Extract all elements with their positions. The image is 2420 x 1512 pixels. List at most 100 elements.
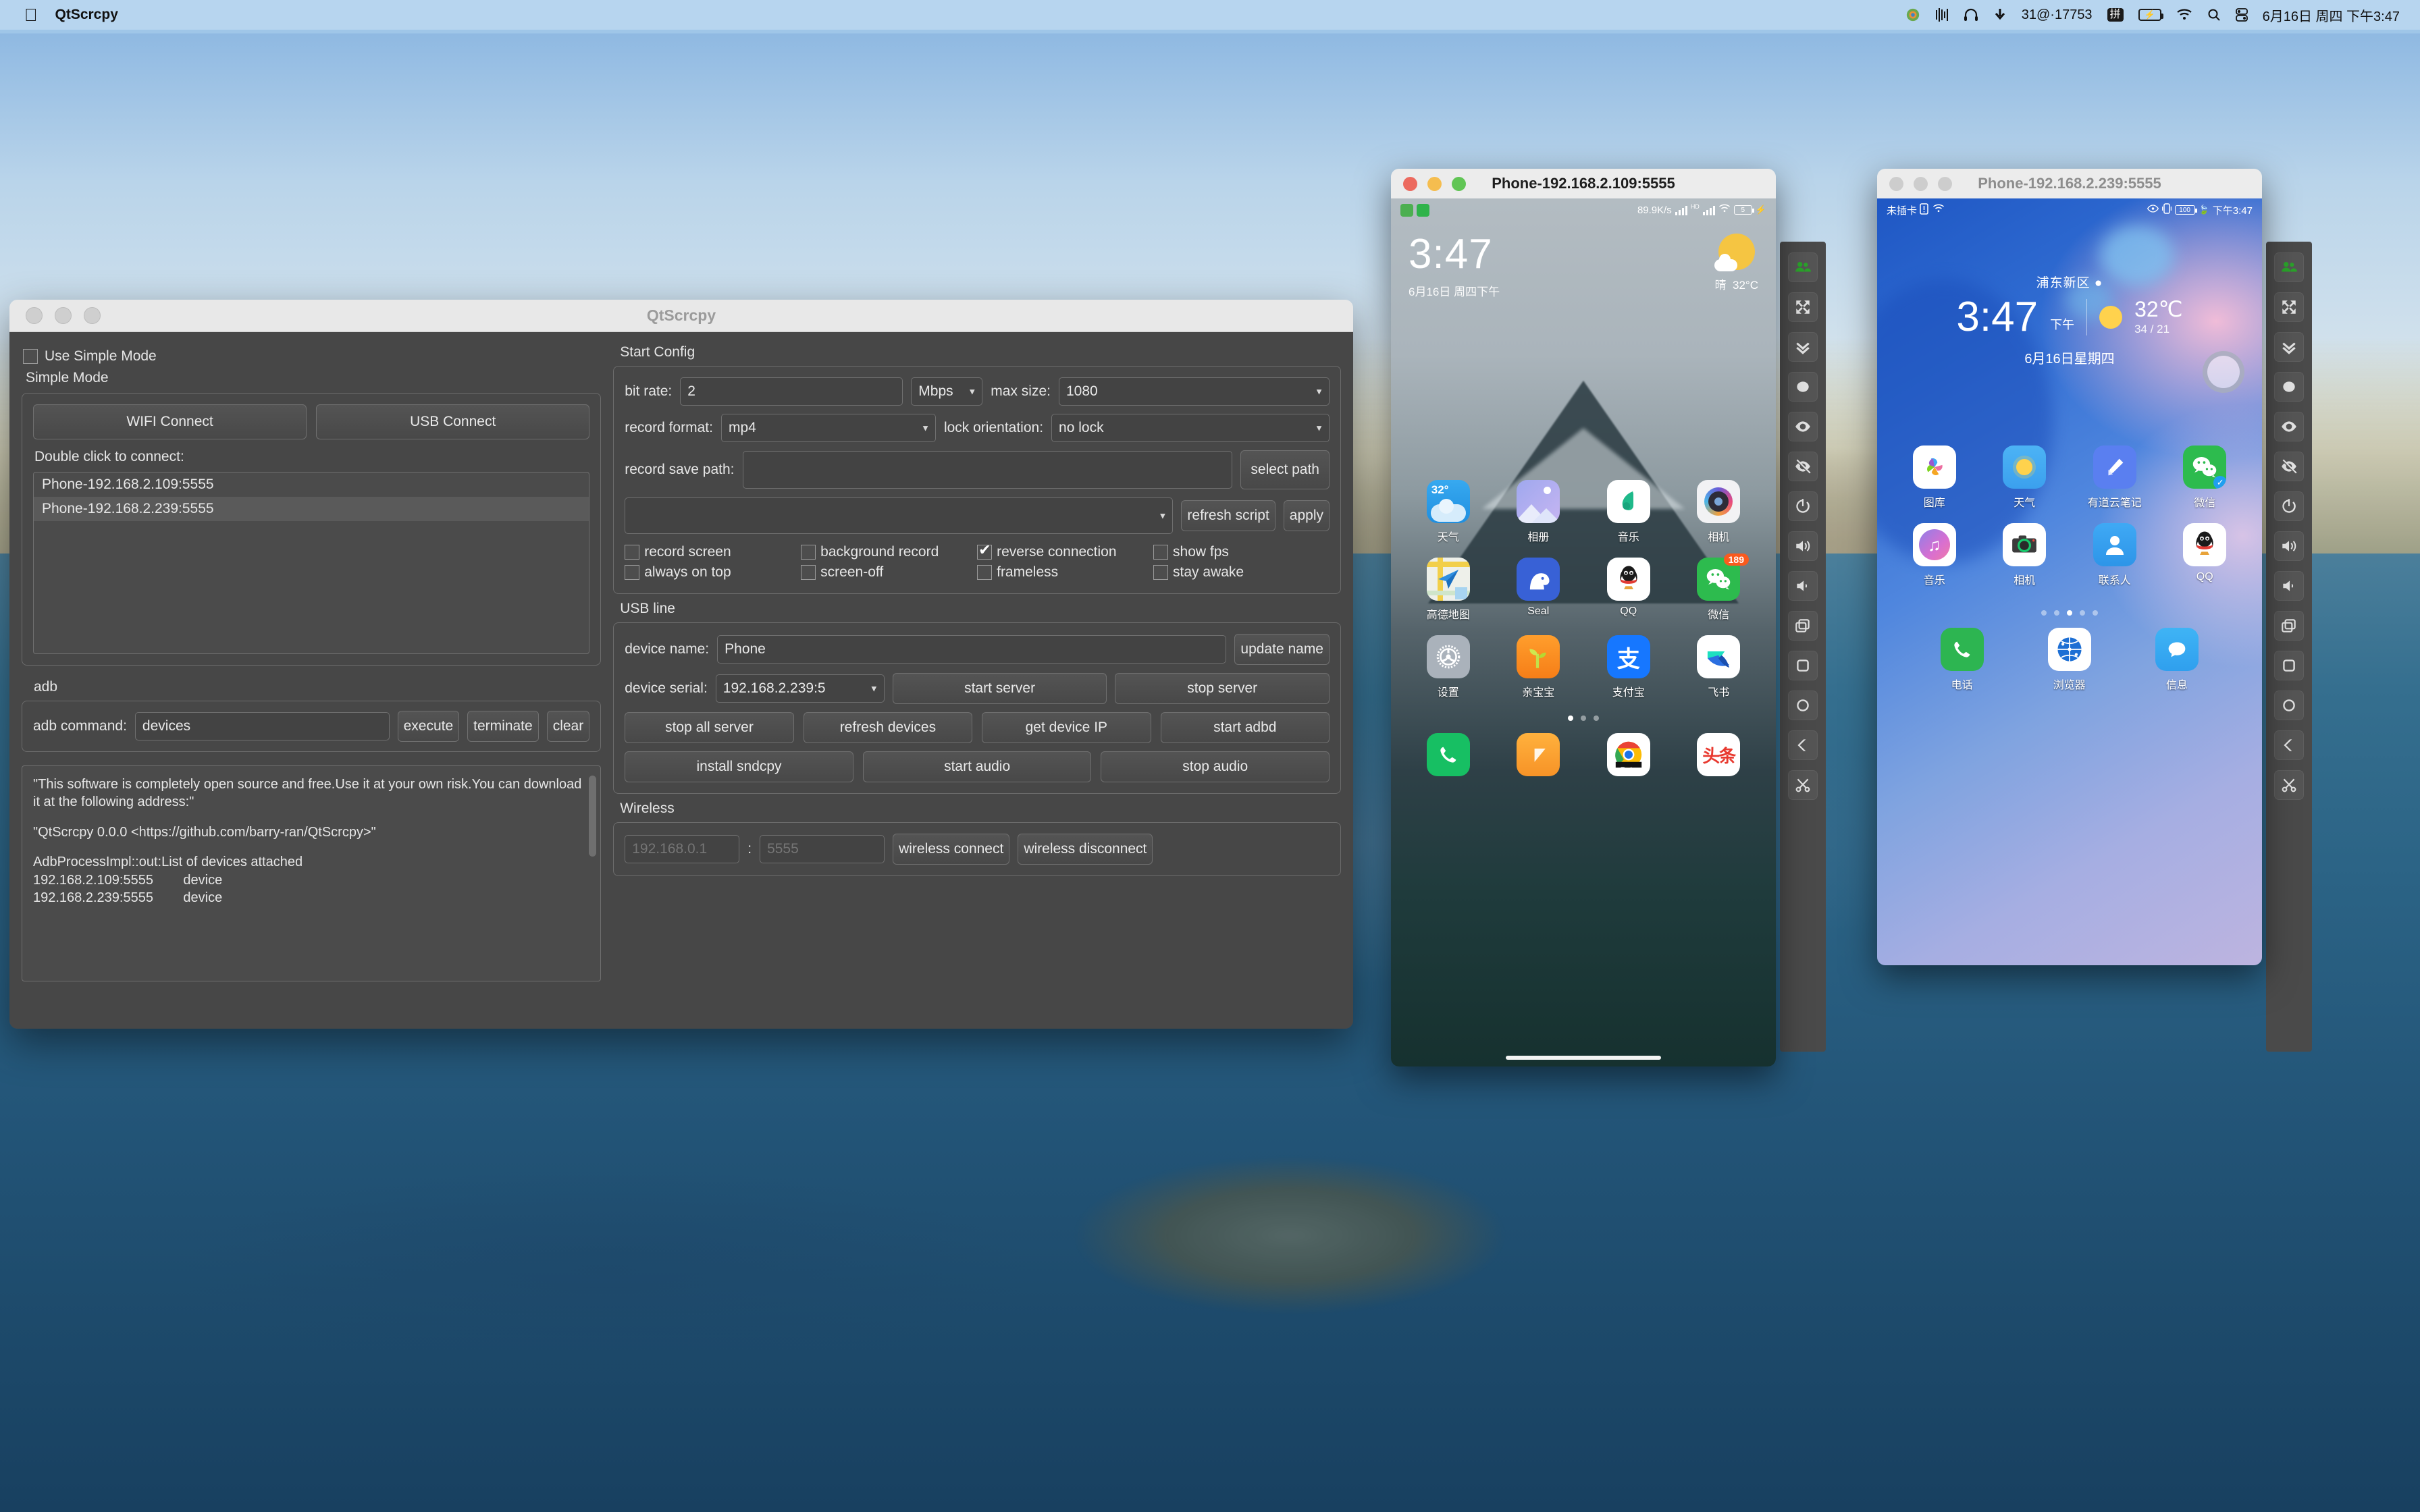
group-control-icon[interactable]	[2274, 252, 2304, 282]
touch-dot-icon[interactable]	[1788, 372, 1818, 402]
qtscrcpy-titlebar[interactable]: QtScrcpy	[9, 300, 1353, 332]
dock-chrome-beta[interactable]: Beta	[1583, 733, 1674, 776]
audio-meter-icon[interactable]	[1935, 7, 1949, 22]
app-camera[interactable]: 相机	[1674, 480, 1764, 544]
group-control-icon[interactable]	[1788, 252, 1818, 282]
phone1-screen[interactable]: 89.9K/s HD 5 ⚡ 3:47 6月16日 周四下午 晴 32°C 32…	[1391, 198, 1776, 1066]
use-simple-mode-row[interactable]: Use Simple Mode	[23, 348, 601, 364]
menubar-app-name[interactable]: QtScrcpy	[55, 7, 118, 23]
eye-hide-icon[interactable]	[1788, 452, 1818, 481]
lock-orientation-select[interactable]: no lock ▼	[1051, 414, 1330, 442]
wireless-ip-input[interactable]	[625, 835, 740, 863]
usb-connect-button[interactable]: USB Connect	[316, 404, 590, 439]
device-list[interactable]: Phone-192.168.2.109:5555 Phone-192.168.2…	[33, 472, 590, 654]
checkbox-stay-awake[interactable]: stay awake	[1153, 562, 1330, 583]
device-list-item[interactable]: Phone-192.168.2.109:5555	[34, 473, 589, 497]
fullscreen-icon[interactable]	[2274, 292, 2304, 322]
app-contacts[interactable]: 联系人	[2070, 523, 2160, 587]
assistive-touch-ring[interactable]	[2203, 351, 2244, 393]
app-amap[interactable]: 高德地图	[1403, 558, 1494, 622]
wifi-icon[interactable]	[2176, 9, 2192, 21]
app-settings[interactable]: 设置	[1403, 635, 1494, 699]
record-format-select[interactable]: mp4 ▼	[720, 414, 936, 442]
phone1-home-indicator[interactable]	[1506, 1056, 1661, 1060]
home-circle-icon[interactable]	[2274, 691, 2304, 720]
dock-phone[interactable]: 电话	[1908, 628, 2016, 692]
device-name-input[interactable]	[717, 635, 1227, 664]
colorsync-icon[interactable]	[1905, 7, 1920, 22]
stop-server-button[interactable]: stop server	[1115, 673, 1330, 704]
device-list-item[interactable]: Phone-192.168.2.239:5555	[34, 497, 589, 521]
refresh-devices-button[interactable]: refresh devices	[803, 712, 973, 743]
dock-messages[interactable]	[1494, 733, 1584, 776]
screen-off-checkbox[interactable]	[801, 565, 816, 580]
start-server-button[interactable]: start server	[892, 673, 1107, 704]
reverse-connection-checkbox[interactable]	[977, 541, 993, 560]
menubar-clock[interactable]: 6月16日 周四 下午3:47	[2263, 5, 2400, 25]
checkbox-record-screen[interactable]: record screen	[625, 542, 801, 562]
always-on-top-checkbox[interactable]	[625, 565, 640, 580]
phone1-clock-widget[interactable]: 3:47 6月16日 周四下午 晴 32°C	[1391, 221, 1776, 299]
app-feishu[interactable]: 飞书	[1674, 635, 1764, 699]
wireless-port-input[interactable]	[760, 835, 885, 863]
app-alipay[interactable]: 支 支付宝	[1583, 635, 1674, 699]
download-icon[interactable]	[1993, 8, 2007, 22]
input-method-icon[interactable]: 拼	[2107, 7, 2124, 22]
wireless-connect-button[interactable]: wireless connect	[893, 834, 1010, 865]
wifi-connect-button[interactable]: WIFI Connect	[33, 404, 307, 439]
adb-command-input[interactable]	[134, 712, 390, 740]
select-path-button[interactable]: select path	[1240, 450, 1330, 489]
apple-logo-icon[interactable]: 	[24, 6, 38, 24]
app-music[interactable]: ♫ 音乐	[1889, 523, 1980, 587]
headphone-icon[interactable]	[1964, 8, 1978, 22]
search-icon[interactable]	[2207, 8, 2221, 22]
expand-notification-icon[interactable]	[1788, 332, 1818, 362]
wireless-disconnect-button[interactable]: wireless disconnect	[1018, 834, 1153, 865]
apply-button[interactable]: apply	[1283, 500, 1330, 531]
install-sndcpy-button[interactable]: install sndcpy	[625, 751, 853, 782]
app-switch-icon[interactable]	[2274, 611, 2304, 641]
app-wechat[interactable]: 189 微信	[1674, 554, 1764, 622]
terminate-button[interactable]: terminate	[467, 711, 539, 742]
dock-messages[interactable]: 信息	[2123, 628, 2230, 692]
start-adbd-button[interactable]: start adbd	[1160, 712, 1330, 743]
log-scrollbar-thumb[interactable]	[589, 776, 597, 857]
background-record-checkbox[interactable]	[801, 545, 816, 560]
volume-up-icon[interactable]	[1788, 531, 1818, 561]
menu-square-icon[interactable]	[2274, 651, 2304, 680]
volume-down-icon[interactable]	[1788, 571, 1818, 601]
bit-rate-unit-select[interactable]: Mbps ▼	[911, 377, 983, 406]
eye-show-icon[interactable]	[2274, 412, 2304, 441]
checkbox-always-on-top[interactable]: always on top	[625, 562, 801, 583]
dock-browser[interactable]: 浏览器	[2016, 628, 2123, 692]
app-qq[interactable]: QQ	[1583, 558, 1674, 622]
max-size-select[interactable]: 1080 ▼	[1058, 377, 1330, 406]
app-switch-icon[interactable]	[1788, 611, 1818, 641]
stop-all-server-button[interactable]: stop all server	[625, 712, 794, 743]
app-weather[interactable]: 32° 天气	[1403, 480, 1494, 544]
dock-phone[interactable]	[1403, 733, 1494, 776]
clear-button[interactable]: clear	[546, 711, 590, 742]
record-save-path-input[interactable]	[742, 451, 1233, 489]
dock-toutiao[interactable]: 头条	[1674, 733, 1764, 776]
execute-button[interactable]: execute	[397, 711, 460, 742]
stop-audio-button[interactable]: stop audio	[1101, 751, 1330, 782]
control-center-icon[interactable]	[2235, 8, 2248, 22]
screenshot-scissors-icon[interactable]	[2274, 770, 2304, 800]
phone1-weather-widget[interactable]: 晴 32°C	[1714, 234, 1758, 292]
get-device-ip-button[interactable]: get device IP	[982, 712, 1151, 743]
battery-icon[interactable]: ⚡	[2138, 9, 2163, 21]
volume-up-icon[interactable]	[2274, 531, 2304, 561]
script-select[interactable]: ▼	[625, 497, 1174, 534]
app-wechat[interactable]: ✓ 微信	[2160, 446, 2251, 510]
use-simple-mode-checkbox[interactable]	[23, 349, 38, 364]
refresh-script-button[interactable]: refresh script	[1181, 500, 1275, 531]
eye-hide-icon[interactable]	[2274, 452, 2304, 481]
app-gallery[interactable]: 相册	[1494, 480, 1584, 544]
app-weather[interactable]: 天气	[1980, 446, 2070, 510]
phone1-titlebar[interactable]: Phone-192.168.2.109:5555	[1391, 169, 1776, 198]
checkbox-screen-off[interactable]: screen-off	[801, 562, 977, 583]
phone2-clock-widget[interactable]: 浦东新区 ● 3:47 下午 32℃ 34 / 21 6月16日星期四	[1877, 273, 2262, 367]
frameless-checkbox[interactable]	[977, 565, 993, 580]
eye-show-icon[interactable]	[1788, 412, 1818, 441]
